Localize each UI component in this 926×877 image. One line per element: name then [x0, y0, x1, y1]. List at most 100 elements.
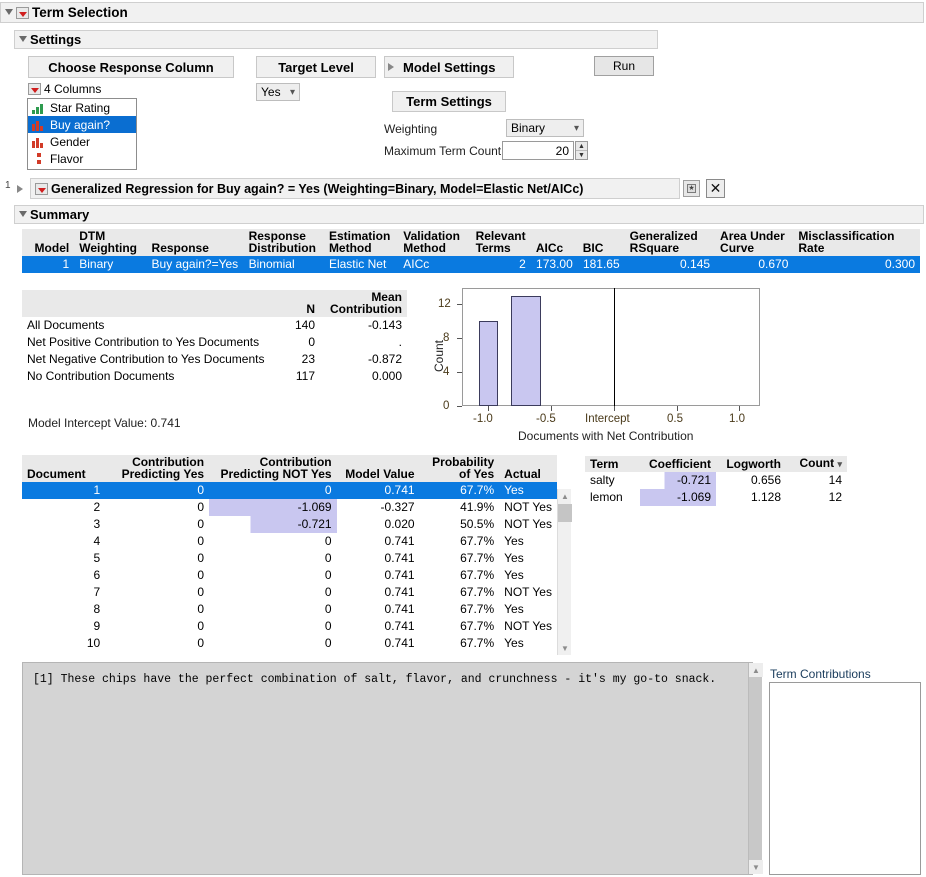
target-level-select[interactable]: Yes ▾	[256, 83, 300, 101]
cell-model: 1	[22, 256, 74, 273]
summary-th-response[interactable]: Response	[147, 229, 244, 256]
summary-th-bic[interactable]: BIC	[578, 229, 625, 256]
document-text-scrollbar[interactable]: ▲ ▼	[748, 663, 762, 874]
disclosure-triangle-settings[interactable]	[19, 36, 27, 42]
max-term-count-input[interactable]: 20	[502, 141, 574, 160]
table-row[interactable]: 5 0 0 0.741 67.7% Yes	[22, 550, 557, 567]
report-index: 1	[5, 180, 11, 191]
document-text-value: [1] These chips have the perfect combina…	[33, 673, 716, 686]
cell-model-value: 0.741	[337, 482, 420, 499]
cell-predicting-not-yes: 0	[209, 550, 337, 567]
summary-table: Model DTM Weighting Response Response Di…	[22, 229, 920, 273]
choose-response-column-header[interactable]: Choose Response Column	[28, 56, 234, 78]
document-th-predicting-yes[interactable]: Contribution Predicting Yes	[105, 455, 209, 482]
summary-th-validation-method[interactable]: Validation Method	[398, 229, 470, 256]
term-selection-outline-bar[interactable]: Term Selection	[0, 2, 924, 23]
disclosure-triangle-model-settings[interactable]	[388, 63, 394, 71]
disclosure-triangle-summary[interactable]	[19, 211, 27, 217]
table-row[interactable]: 4 0 0 0.741 67.7% Yes	[22, 533, 557, 550]
stepper-up-icon[interactable]: ▲	[576, 142, 587, 151]
pin-window-button[interactable]: ★	[683, 180, 700, 197]
document-th-document[interactable]: Document	[22, 455, 105, 482]
term-settings-header[interactable]: Term Settings	[392, 91, 506, 112]
settings-outline-bar[interactable]: Settings	[14, 30, 658, 49]
summary-th-misclassification-rate[interactable]: Misclassification Rate	[793, 229, 920, 256]
term-contributions-panel[interactable]	[769, 682, 921, 875]
weighting-select[interactable]: Binary ▾	[506, 119, 584, 137]
weighting-value: Binary	[511, 121, 545, 135]
columns-dropdown[interactable]: 4 Columns	[28, 81, 101, 97]
table-row[interactable]: 7 0 0 0.741 67.7% NOT Yes	[22, 584, 557, 601]
document-table-body: 1 0 0 0.741 67.7% Yes 2 0 -1.069 -0.327 …	[22, 482, 557, 652]
term-th-coefficient[interactable]: Coefficient	[640, 456, 716, 472]
table-row[interactable]: 10 0 0 0.741 67.7% Yes	[22, 635, 557, 652]
disclosure-triangle-regression[interactable]	[17, 185, 23, 193]
document-th-model-value[interactable]: Model Value	[337, 455, 420, 482]
contribution-th-n[interactable]: N	[270, 290, 320, 317]
scroll-down-icon[interactable]: ▼	[558, 641, 572, 655]
document-text-panel[interactable]: [1] These chips have the perfect combina…	[22, 662, 753, 875]
summary-th-response-distribution[interactable]: Response Distribution	[244, 229, 324, 256]
contribution-th-mean[interactable]: Mean Contribution	[320, 290, 407, 317]
histogram-bar[interactable]	[479, 321, 498, 406]
table-row[interactable]: All Documents 140 -0.143	[22, 317, 407, 334]
scroll-up-icon[interactable]: ▲	[558, 489, 572, 503]
table-row[interactable]: 2 0 -1.069 -0.327 41.9% NOT Yes	[22, 499, 557, 516]
intercept-reference-line	[614, 288, 615, 406]
red-triangle-menu-term-selection[interactable]	[16, 7, 29, 19]
table-row[interactable]: 8 0 0 0.741 67.7% Yes	[22, 601, 557, 618]
table-row[interactable]: No Contribution Documents 117 0.000	[22, 368, 407, 385]
term-th-count[interactable]: Count ▾	[786, 456, 847, 472]
document-th-probability[interactable]: Probability of Yes	[420, 455, 500, 482]
term-th-term[interactable]: Term	[585, 456, 640, 472]
table-row[interactable]: 1 0 0 0.741 67.7% Yes	[22, 482, 557, 499]
term-th-logworth[interactable]: Logworth	[716, 456, 786, 472]
cell-probability: 67.7%	[420, 635, 500, 652]
y-tick	[457, 406, 462, 407]
stepper-down-icon[interactable]: ▼	[576, 151, 587, 159]
summary-th-generalized-rsquare[interactable]: Generalized RSquare	[625, 229, 715, 256]
document-th-actual[interactable]: Actual	[499, 455, 557, 482]
max-term-count-stepper[interactable]: ▲ ▼	[575, 141, 588, 160]
summary-th-estimation-method[interactable]: Estimation Method	[324, 229, 398, 256]
model-settings-header[interactable]: Model Settings	[384, 56, 514, 78]
column-item-gender[interactable]: Gender	[28, 133, 136, 150]
scrollbar-thumb[interactable]	[558, 504, 572, 522]
table-row[interactable]: 9 0 0 0.741 67.7% NOT Yes	[22, 618, 557, 635]
x-tick	[614, 406, 615, 411]
histogram-bar[interactable]	[511, 296, 541, 406]
summary-th-model[interactable]: Model	[22, 229, 74, 256]
cell-model-value: 0.741	[337, 533, 420, 550]
red-triangle-menu-regression[interactable]	[35, 183, 48, 195]
document-table-scrollbar[interactable]: ▲ ▼	[557, 489, 571, 655]
sort-chevron-icon[interactable]: ▾	[837, 459, 842, 469]
table-row[interactable]: Net Positive Contribution to Yes Documen…	[22, 334, 407, 351]
table-row[interactable]: Net Negative Contribution to Yes Documen…	[22, 351, 407, 368]
summary-th-aicc[interactable]: AICc	[531, 229, 578, 256]
disclosure-triangle-term-selection[interactable]	[5, 9, 13, 15]
summary-th-dtm-weighting[interactable]: DTM Weighting	[74, 229, 146, 256]
scroll-up-icon[interactable]: ▲	[749, 663, 763, 677]
table-row[interactable]: salty -0.721 0.656 14	[585, 472, 847, 489]
table-row[interactable]: 6 0 0 0.741 67.7% Yes	[22, 567, 557, 584]
column-item-buy-again[interactable]: Buy again?	[28, 116, 136, 133]
summary-outline-bar[interactable]: Summary	[14, 205, 924, 224]
table-row[interactable]: 3 0 -0.721 0.020 50.5% NOT Yes	[22, 516, 557, 533]
summary-th-relevant-terms[interactable]: Relevant Terms	[471, 229, 531, 256]
column-item-star-rating[interactable]: Star Rating	[28, 99, 136, 116]
red-triangle-menu-columns[interactable]	[28, 83, 41, 95]
cell-predicting-not-yes: 0	[209, 601, 337, 618]
document-th-predicting-not-yes[interactable]: Contribution Predicting NOT Yes	[209, 455, 337, 482]
close-icon[interactable]: ✕	[706, 179, 725, 198]
target-level-header[interactable]: Target Level	[256, 56, 376, 78]
regression-outline-bar[interactable]: Generalized Regression for Buy again? = …	[30, 178, 680, 199]
response-column-list[interactable]: Star Rating Buy again? Gender Flavor	[27, 98, 137, 170]
table-row[interactable]: 1 Binary Buy again?=Yes Binomial Elastic…	[22, 256, 920, 273]
run-button[interactable]: Run	[594, 56, 654, 76]
cell-n: 23	[270, 351, 320, 368]
scroll-down-icon[interactable]: ▼	[749, 860, 763, 874]
column-item-flavor[interactable]: Flavor	[28, 150, 136, 167]
term-settings-label: Term Settings	[406, 94, 492, 109]
summary-th-area-under-curve[interactable]: Area Under Curve	[715, 229, 793, 256]
table-row[interactable]: lemon -1.069 1.128 12	[585, 489, 847, 506]
